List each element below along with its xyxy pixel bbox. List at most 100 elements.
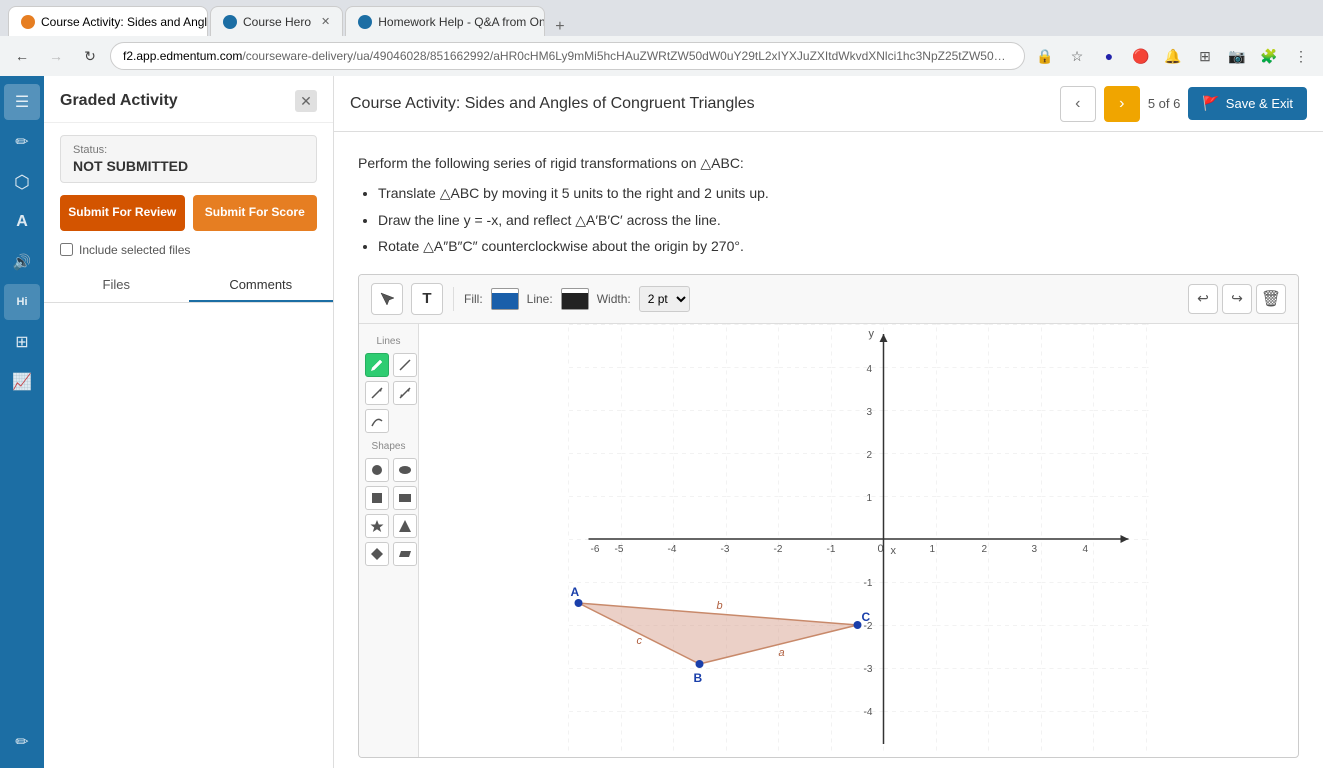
svg-text:1: 1 bbox=[930, 544, 936, 555]
content-title: Course Activity: Sides and Angles of Con… bbox=[350, 95, 755, 113]
oval-tool[interactable] bbox=[393, 458, 417, 482]
fill-label: Fill: bbox=[464, 292, 483, 306]
triangle-tool[interactable] bbox=[393, 514, 417, 538]
svg-text:x: x bbox=[891, 545, 897, 557]
extension-btn-2[interactable]: ● bbox=[1095, 42, 1123, 70]
svg-text:2: 2 bbox=[867, 450, 873, 461]
pencil-tool[interactable] bbox=[365, 353, 389, 377]
instructions: Perform the following series of rigid tr… bbox=[358, 152, 1299, 258]
header-controls: ‹ › 5 of 6 🚩 Save & Exit bbox=[1060, 86, 1307, 122]
extension-btn-7[interactable]: 🧩 bbox=[1255, 42, 1283, 70]
lines-label: Lines bbox=[363, 336, 414, 347]
extension-btn-6[interactable]: 📷 bbox=[1223, 42, 1251, 70]
line-color-swatch[interactable] bbox=[561, 288, 589, 310]
prev-page-button[interactable]: ‹ bbox=[1060, 86, 1096, 122]
tab-2-close[interactable]: ✕ bbox=[321, 15, 330, 28]
edge-label-c: c bbox=[637, 635, 643, 647]
toolbar-separator-1 bbox=[453, 287, 454, 311]
bookmark-btn[interactable]: ☆ bbox=[1063, 42, 1091, 70]
tab-2[interactable]: Course Hero ✕ bbox=[210, 6, 343, 36]
sidebar-edit-icon[interactable]: ✏ bbox=[4, 124, 40, 160]
sidebar-chart-icon[interactable]: 📈 bbox=[4, 364, 40, 400]
diamond-tool[interactable] bbox=[365, 542, 389, 566]
graded-activity-panel: Graded Activity ✕ Status: NOT SUBMITTED … bbox=[44, 76, 334, 768]
content-header: Course Activity: Sides and Angles of Con… bbox=[334, 76, 1323, 132]
page-count: 5 of 6 bbox=[1148, 96, 1181, 111]
new-tab-button[interactable]: + bbox=[547, 18, 572, 36]
arrow-tool[interactable] bbox=[365, 381, 389, 405]
sidebar-translate-icon[interactable]: Hi bbox=[4, 284, 40, 320]
extension-btn-5[interactable]: ⊞ bbox=[1191, 42, 1219, 70]
shapes-tools bbox=[363, 458, 414, 566]
tab-comments[interactable]: Comments bbox=[189, 269, 334, 302]
sidebar-hexagon-icon[interactable]: ⬡ bbox=[4, 164, 40, 200]
vertex-a bbox=[575, 599, 583, 607]
lines-tools bbox=[363, 353, 414, 433]
close-panel-button[interactable]: ✕ bbox=[295, 90, 317, 112]
vertex-b bbox=[696, 660, 704, 668]
drawing-area: T Fill: Line: Width: 1 pt bbox=[358, 274, 1299, 758]
forward-button[interactable]: → bbox=[42, 42, 70, 70]
svg-text:3: 3 bbox=[867, 407, 873, 418]
circle-tool[interactable] bbox=[365, 458, 389, 482]
fill-color-swatch[interactable] bbox=[491, 288, 519, 310]
refresh-button[interactable]: ↻ bbox=[76, 42, 104, 70]
parallelogram-tool[interactable] bbox=[393, 542, 417, 566]
line-label: Line: bbox=[527, 292, 553, 306]
graded-panel-title: Graded Activity bbox=[60, 92, 178, 110]
tab-1[interactable]: Course Activity: Sides and Angl... ✕ bbox=[8, 6, 208, 36]
instruction-bullet-2: Draw the line y = -x, and reflect △A′B′C… bbox=[378, 209, 1299, 231]
svg-text:-1: -1 bbox=[864, 578, 873, 589]
svg-text:-4: -4 bbox=[668, 544, 677, 555]
next-page-button[interactable]: › bbox=[1104, 86, 1140, 122]
menu-btn[interactable]: ⋮ bbox=[1287, 42, 1315, 70]
edge-label-a: a bbox=[779, 647, 785, 659]
select-tool-button[interactable] bbox=[371, 283, 403, 315]
include-files-row: Include selected files bbox=[60, 243, 317, 257]
square-tool[interactable] bbox=[365, 486, 389, 510]
delete-button[interactable]: 🗑 bbox=[1256, 284, 1286, 314]
app-sidebar: ☰ ✏ ⬡ A 🔊 Hi ⊞ 📈 ✏ bbox=[0, 76, 44, 768]
content-body: Perform the following series of rigid tr… bbox=[334, 132, 1323, 768]
svg-text:1: 1 bbox=[867, 493, 873, 504]
main-content: Course Activity: Sides and Angles of Con… bbox=[334, 76, 1323, 768]
star-tool[interactable] bbox=[365, 514, 389, 538]
graph-container[interactable]: x 0 -1 -2 -3 -4 -5 -6 1 2 bbox=[419, 324, 1298, 757]
sidebar-pen-icon[interactable]: ✏ bbox=[4, 724, 40, 760]
undo-button[interactable]: ↩ bbox=[1188, 284, 1218, 314]
svg-text:-3: -3 bbox=[721, 544, 730, 555]
drawing-toolbar: T Fill: Line: Width: 1 pt bbox=[359, 275, 1298, 324]
graph-svg[interactable]: x 0 -1 -2 -3 -4 -5 -6 1 2 bbox=[419, 324, 1298, 754]
extension-btn-3[interactable]: 🔴 bbox=[1127, 42, 1155, 70]
line-tool[interactable] bbox=[393, 353, 417, 377]
tab-3[interactable]: Homework Help - Q&A from Onl... ✕ bbox=[345, 6, 545, 36]
extension-btn-1[interactable]: 🔒 bbox=[1031, 42, 1059, 70]
label-b: B bbox=[694, 671, 703, 685]
svg-text:2: 2 bbox=[982, 544, 988, 555]
width-select[interactable]: 1 pt 2 pt 3 pt 4 pt bbox=[639, 286, 690, 312]
extension-btn-4[interactable]: 🔔 bbox=[1159, 42, 1187, 70]
include-files-label: Include selected files bbox=[79, 243, 190, 257]
status-box: Status: NOT SUBMITTED bbox=[60, 135, 317, 183]
edge-label-b: b bbox=[717, 600, 723, 612]
sidebar-grid-icon[interactable]: ⊞ bbox=[4, 324, 40, 360]
curve-tool[interactable] bbox=[365, 409, 389, 433]
submit-review-button[interactable]: Submit For Review bbox=[60, 195, 185, 231]
redo-button[interactable]: ↪ bbox=[1222, 284, 1252, 314]
svg-text:0: 0 bbox=[878, 543, 884, 555]
svg-text:y: y bbox=[869, 328, 875, 340]
tab-files[interactable]: Files bbox=[44, 269, 189, 302]
submit-score-button[interactable]: Submit For Score bbox=[193, 195, 318, 231]
sidebar-audio-icon[interactable]: 🔊 bbox=[4, 244, 40, 280]
tools-panel: Lines bbox=[359, 324, 419, 757]
text-tool-button[interactable]: T bbox=[411, 283, 443, 315]
back-button[interactable]: ← bbox=[8, 42, 36, 70]
sidebar-menu-icon[interactable]: ☰ bbox=[4, 84, 40, 120]
include-files-checkbox[interactable] bbox=[60, 243, 73, 256]
double-arrow-tool[interactable] bbox=[393, 381, 417, 405]
status-label: Status: bbox=[73, 144, 304, 156]
url-bar[interactable]: f2.app.edmentum.com/courseware-delivery/… bbox=[110, 42, 1025, 70]
sidebar-font-icon[interactable]: A bbox=[4, 204, 40, 240]
save-exit-button[interactable]: 🚩 Save & Exit bbox=[1188, 87, 1307, 120]
rectangle-tool[interactable] bbox=[393, 486, 417, 510]
